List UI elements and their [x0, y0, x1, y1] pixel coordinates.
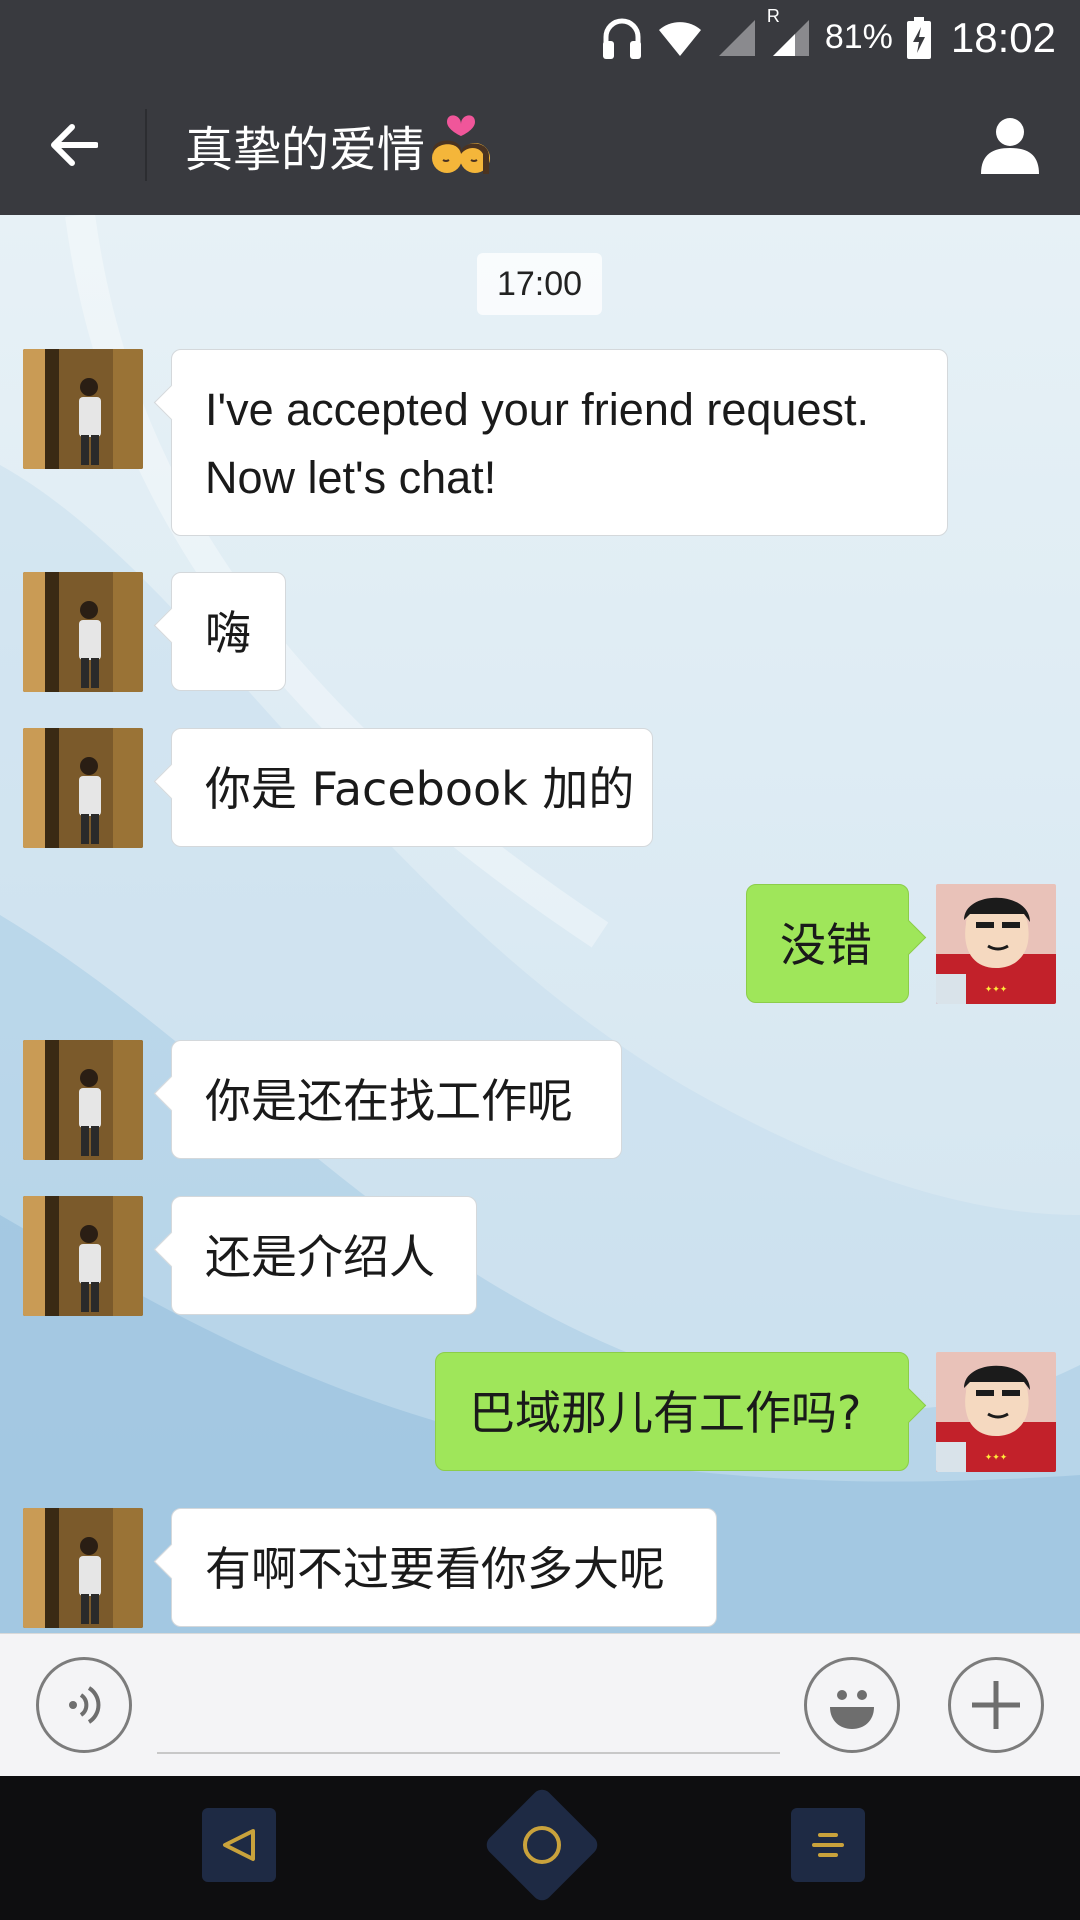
timestamp: 17:00 — [477, 253, 602, 315]
svg-text:✦✦✦: ✦✦✦ — [985, 1453, 1008, 1463]
couple-kiss-emoji-icon — [429, 114, 493, 176]
status-bar: R 81% 18:02 — [0, 0, 1080, 75]
back-button[interactable] — [0, 75, 145, 215]
person-icon — [981, 118, 1039, 174]
nav-menu-button[interactable] — [791, 1808, 865, 1882]
plus-icon — [972, 1681, 1020, 1729]
message-bubble-incoming[interactable]: I've accepted your friend request. Now l… — [171, 349, 948, 536]
contact-avatar[interactable] — [23, 1508, 143, 1628]
nav-home-button[interactable] — [482, 1785, 602, 1905]
headphones-icon — [601, 15, 643, 61]
voice-icon — [69, 1686, 101, 1724]
message-bubble-incoming[interactable]: 还是介绍人 — [171, 1196, 477, 1315]
menu-lines-icon — [812, 1833, 844, 1857]
emoji-button[interactable] — [804, 1657, 900, 1753]
chat-title: 真挚的爱情 — [185, 110, 940, 180]
message-list[interactable]: 17:00 I've accepted your friend request.… — [0, 215, 1080, 1633]
profile-button[interactable] — [940, 75, 1080, 215]
arrow-left-icon — [50, 124, 98, 166]
message-input[interactable] — [157, 1654, 780, 1754]
input-bar — [0, 1633, 1080, 1776]
smiley-icon — [830, 1690, 874, 1729]
contact-avatar[interactable] — [23, 1040, 143, 1160]
system-nav-bar — [0, 1776, 1080, 1920]
chat-title-text: 真挚的爱情 — [185, 122, 426, 178]
more-button[interactable] — [948, 1657, 1044, 1753]
message-bubble-incoming[interactable]: 嗨 — [171, 572, 286, 691]
header-divider — [145, 109, 147, 181]
contact-avatar[interactable] — [23, 349, 143, 469]
signal-roaming-icon: R — [767, 6, 811, 58]
contact-avatar[interactable] — [23, 728, 143, 848]
svg-text:✦✦✦: ✦✦✦ — [985, 985, 1008, 995]
contact-avatar[interactable] — [23, 1196, 143, 1316]
circle-home-icon — [523, 1826, 561, 1864]
message-bubble-incoming[interactable]: 你是还在找工作呢 — [171, 1040, 622, 1159]
nav-back-button[interactable] — [202, 1808, 276, 1882]
my-avatar[interactable]: ✦✦✦ — [936, 884, 1056, 1004]
battery-percent: 81% — [824, 18, 893, 56]
chat-header: 真挚的爱情 — [0, 75, 1080, 215]
clock: 18:02 — [950, 13, 1056, 61]
voice-button[interactable] — [36, 1657, 132, 1753]
my-avatar[interactable]: ✦✦✦ — [936, 1352, 1056, 1472]
message-bubble-outgoing[interactable]: 巴域那儿有工作吗? — [435, 1352, 909, 1471]
message-bubble-outgoing[interactable]: 没错 — [746, 884, 909, 1003]
message-bubble-incoming[interactable]: 有啊不过要看你多大呢 — [171, 1508, 717, 1627]
roaming-label: R — [766, 5, 780, 26]
battery-charging-icon — [906, 16, 931, 59]
contact-avatar[interactable] — [23, 572, 143, 692]
triangle-back-icon — [223, 1829, 255, 1861]
message-bubble-incoming[interactable]: 你是 Facebook 加的 — [171, 728, 653, 847]
signal-icon — [717, 18, 757, 58]
wifi-icon — [657, 18, 703, 58]
